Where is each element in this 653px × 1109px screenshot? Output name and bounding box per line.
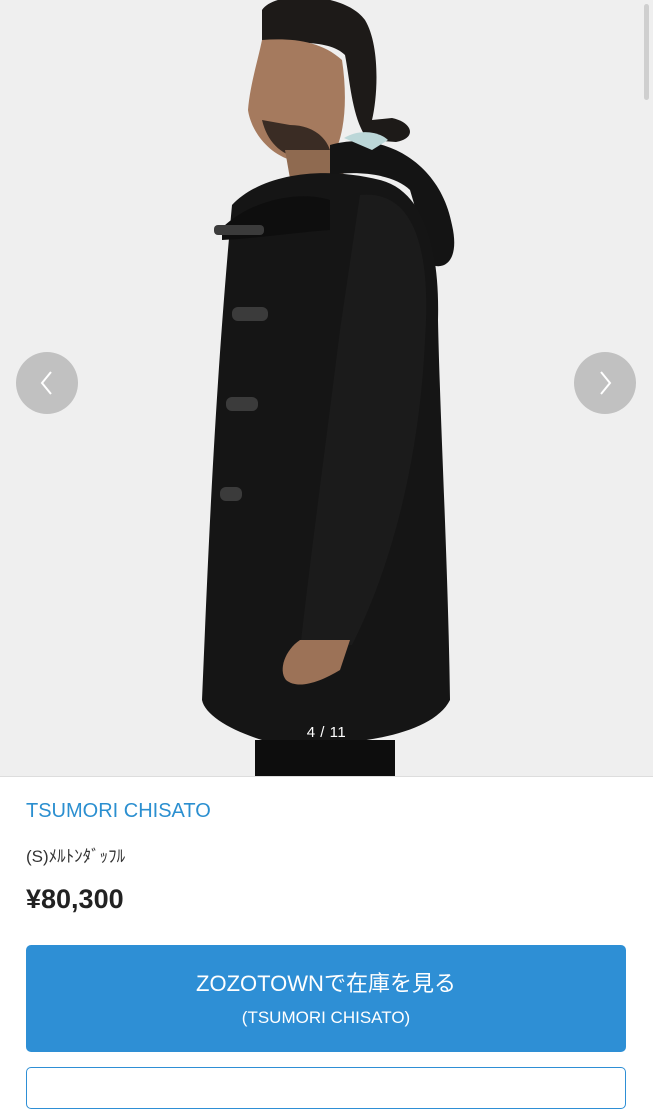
view-stock-button-sublabel: (TSUMORI CHISATO) <box>241 1008 411 1027</box>
view-stock-button[interactable]: ZOZOTOWNで在庫を見る (TSUMORI CHISATO) <box>26 945 626 1052</box>
product-photo <box>0 0 653 776</box>
image-counter: 4 / 11 <box>306 724 347 741</box>
scrollbar[interactable] <box>644 4 649 100</box>
chevron-right-icon <box>600 371 612 395</box>
brand-link[interactable]: TSUMORI CHISATO <box>26 800 211 823</box>
product-price: ¥80,300 <box>26 884 124 914</box>
product-image-gallery[interactable]: 4 / 11 <box>0 0 653 776</box>
product-name: (S)ﾒﾙﾄﾝﾀﾞｯﾌﾙ <box>26 847 126 866</box>
view-stock-button-label: ZOZOTOWNで在庫を見る <box>196 971 456 996</box>
previous-image-button[interactable] <box>16 352 78 414</box>
secondary-button[interactable] <box>26 1067 626 1109</box>
next-image-button[interactable] <box>574 352 636 414</box>
chevron-left-icon <box>40 371 52 395</box>
section-divider <box>0 776 653 777</box>
